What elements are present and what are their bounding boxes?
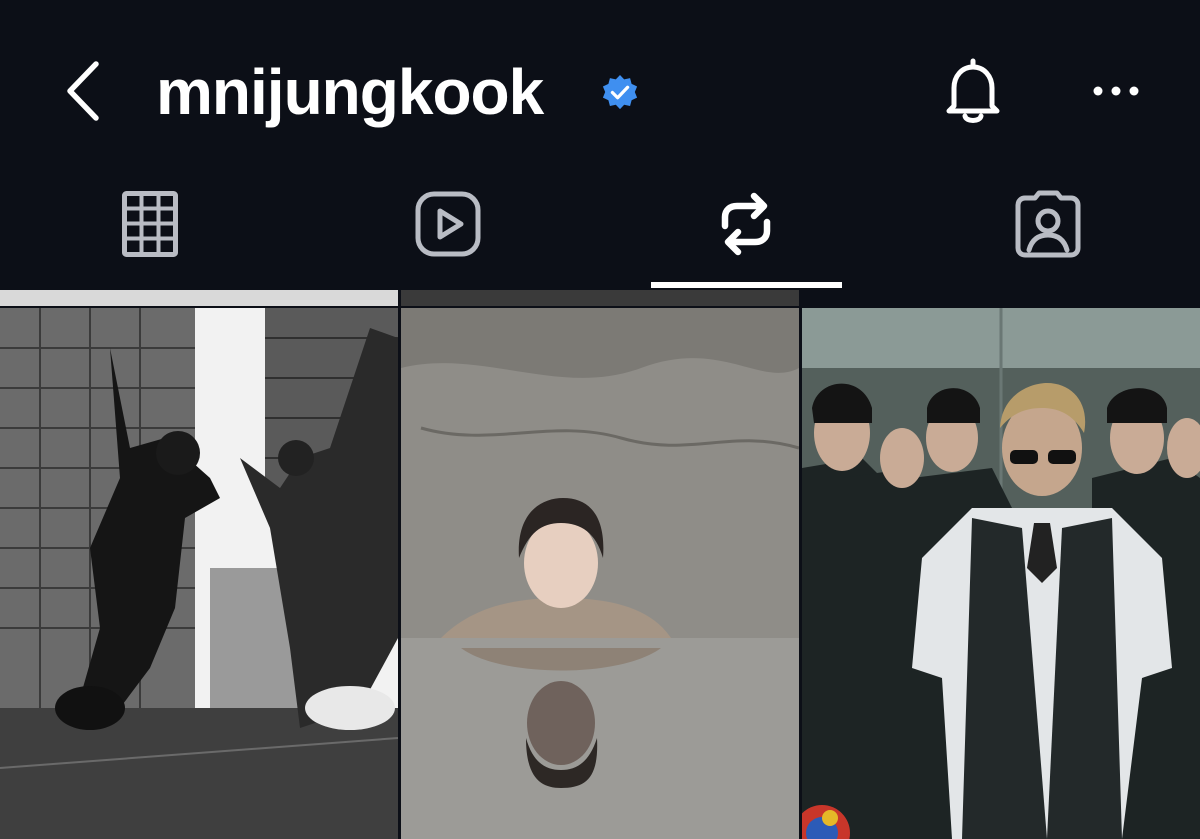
- person-tag-icon: [1015, 190, 1081, 258]
- more-options-button[interactable]: [1086, 76, 1146, 106]
- play-icon: [415, 191, 481, 257]
- profile-header: mnijungkook: [0, 0, 1200, 180]
- grid-icon: [122, 191, 178, 257]
- active-tab-indicator: [651, 282, 842, 288]
- verified-badge-icon: [602, 74, 638, 110]
- chevron-left-icon: [67, 61, 99, 121]
- bell-icon: [946, 58, 1000, 123]
- previous-post-strip: [802, 290, 1200, 306]
- post-image: [0, 308, 398, 839]
- post-suits-elevator[interactable]: [802, 308, 1200, 839]
- repost-icon: [721, 192, 771, 256]
- notifications-button[interactable]: [940, 56, 1006, 128]
- previous-post-strip: [401, 290, 799, 306]
- tab-posts[interactable]: [50, 180, 250, 290]
- post-image: [802, 308, 1200, 839]
- profile-username: mnijungkook: [156, 56, 544, 128]
- posts-grid: [0, 290, 1200, 839]
- tab-reels[interactable]: [348, 180, 548, 290]
- post-image: [401, 308, 799, 839]
- post-street-jump-bw[interactable]: [0, 308, 398, 839]
- previous-post-strip: [0, 290, 398, 306]
- back-button[interactable]: [58, 58, 110, 124]
- post-water-reflection[interactable]: [401, 308, 799, 839]
- tab-tagged[interactable]: [948, 180, 1148, 290]
- tab-reposts[interactable]: [646, 180, 846, 290]
- profile-tabs: [0, 180, 1200, 290]
- more-horizontal-icon: [1093, 86, 1139, 96]
